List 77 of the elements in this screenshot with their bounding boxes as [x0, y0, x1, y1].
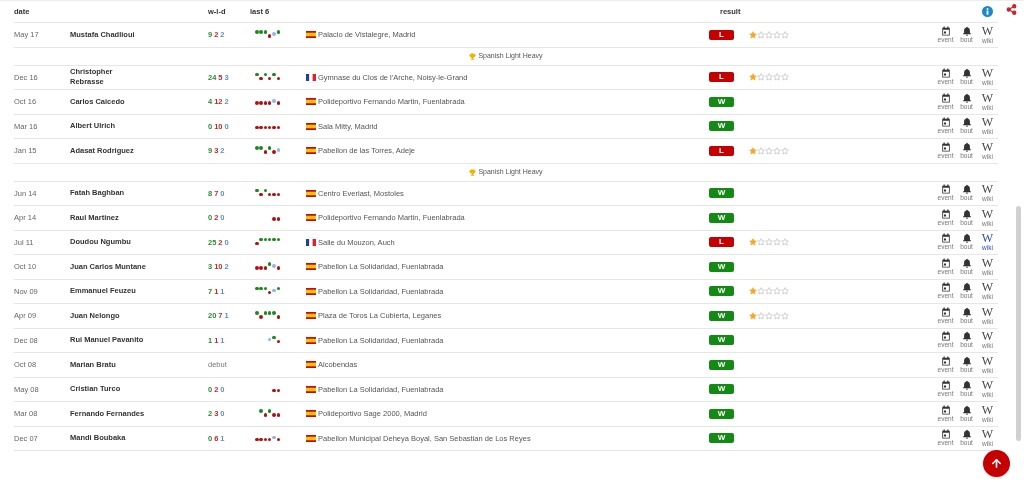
star-icon [749, 30, 757, 39]
result-badge: W [709, 335, 734, 346]
calendar-icon [940, 429, 951, 440]
calendar-icon [940, 117, 951, 128]
flag-icon [306, 31, 316, 39]
flag-icon [306, 336, 316, 344]
result-badge: W [709, 286, 734, 297]
flag-icon [306, 263, 316, 271]
scroll-top-button[interactable] [983, 450, 1010, 477]
bell-icon [961, 404, 972, 415]
flag-icon [306, 147, 316, 155]
info-icon[interactable] [982, 6, 993, 17]
result-badge: W [709, 384, 734, 395]
bell-icon [961, 208, 972, 219]
bell-icon [961, 233, 972, 244]
result-badge: L [709, 237, 734, 248]
flag-icon [306, 287, 316, 295]
result-badge: W [709, 433, 734, 444]
calendar-icon [940, 355, 951, 366]
calendar-icon [940, 257, 951, 268]
star-icon [749, 287, 757, 296]
result-badge: W [709, 359, 734, 370]
bell-icon [961, 380, 972, 391]
scrollbar-thumb[interactable] [1015, 206, 1021, 441]
result-badge: L [709, 29, 734, 40]
calendar-icon [940, 404, 951, 415]
calendar-icon [940, 141, 951, 152]
calendar-icon [940, 331, 951, 342]
result-badge: W [709, 212, 734, 223]
flag-icon [306, 238, 316, 246]
flag-icon [306, 73, 316, 81]
flag-icon [306, 122, 316, 130]
flag-icon [306, 410, 316, 418]
bell-icon [961, 331, 972, 342]
flag-icon [306, 189, 316, 197]
bell-icon [961, 117, 972, 128]
result-badge: W [709, 121, 734, 132]
trophy-icon [469, 52, 477, 60]
result-badge: W [709, 408, 734, 419]
flag-icon [306, 98, 316, 106]
result-badge: L [709, 145, 734, 156]
flag-icon [306, 214, 316, 222]
bell-icon [961, 257, 972, 268]
result-badge: W [709, 261, 734, 272]
star-icon [749, 311, 757, 320]
flag-icon [306, 385, 316, 393]
bell-icon [961, 141, 972, 152]
share-icon[interactable] [1005, 4, 1017, 15]
bell-icon [961, 184, 972, 195]
result-badge: L [709, 72, 734, 83]
calendar-icon [940, 25, 951, 36]
calendar-icon [940, 233, 951, 244]
bell-icon [961, 282, 972, 293]
result-badge: W [709, 310, 734, 321]
result-badge: W [709, 96, 734, 107]
calendar-icon [940, 92, 951, 103]
calendar-icon [940, 282, 951, 293]
bell-icon [961, 306, 972, 317]
calendar-icon [940, 208, 951, 219]
bell-icon [961, 355, 972, 366]
star-icon [749, 146, 757, 155]
bell-icon [961, 429, 972, 440]
calendar-icon [940, 184, 951, 195]
flag-icon [306, 312, 316, 320]
star-icon [749, 238, 757, 247]
trophy-icon [469, 168, 477, 176]
flag-icon [306, 361, 316, 369]
star-icon [749, 73, 757, 82]
flag-icon [306, 434, 316, 442]
arrow-up-icon [990, 457, 1003, 470]
bell-icon [961, 68, 972, 79]
calendar-icon [940, 380, 951, 391]
bell-icon [961, 25, 972, 36]
bell-icon [961, 92, 972, 103]
calendar-icon [940, 68, 951, 79]
calendar-icon [940, 306, 951, 317]
result-badge: W [709, 188, 734, 199]
